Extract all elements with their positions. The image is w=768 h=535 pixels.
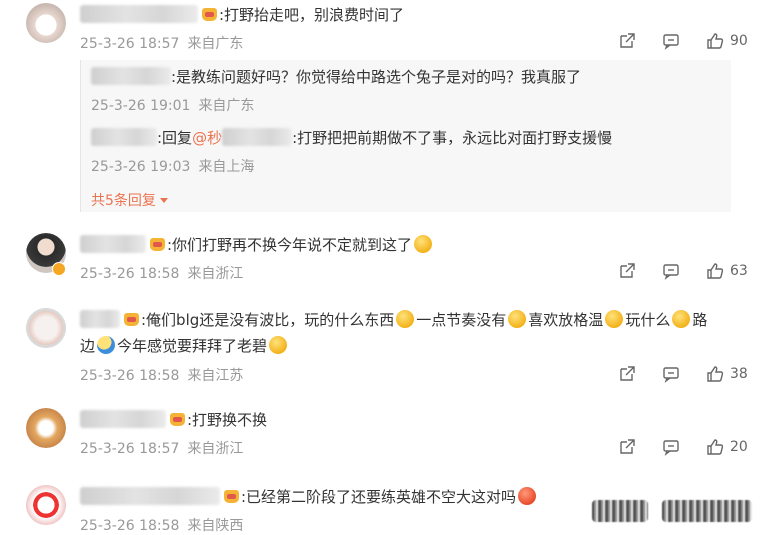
- reply-meta: 25-3-26 19:01 来自广东: [91, 95, 262, 115]
- comment-icon[interactable]: [662, 365, 680, 383]
- thumb-up-icon[interactable]: [706, 32, 724, 50]
- comment-location: 来自陕西: [187, 518, 244, 534]
- verified-badge-icon: [52, 262, 66, 276]
- comment-text-part: 边: [80, 337, 96, 355]
- vip-crown-icon: [170, 413, 185, 426]
- thumb-up-icon[interactable]: [706, 438, 724, 456]
- reply-location: 来自上海: [198, 159, 255, 175]
- comment-location: 来自江苏: [187, 368, 244, 384]
- smirk-emoji-icon: [508, 310, 527, 328]
- comment-icon[interactable]: [662, 262, 680, 280]
- smirk-emoji-icon: [396, 310, 415, 328]
- username-blurred[interactable]: [80, 235, 146, 253]
- comment-text-part: 喜欢放格温: [528, 311, 604, 329]
- username-blurred[interactable]: [80, 310, 120, 328]
- comment-location: 来自浙江: [187, 441, 244, 457]
- avatar[interactable]: [26, 3, 66, 43]
- vip-crown-icon: [202, 8, 217, 21]
- more-replies-link[interactable]: 共5条回复: [91, 190, 168, 210]
- comment-meta: 25-3-26 18:57 来自浙江: [80, 438, 251, 458]
- share-icon[interactable]: [618, 32, 636, 50]
- vip-crown-icon: [124, 313, 139, 326]
- username-blurred[interactable]: [80, 5, 198, 23]
- smirk-emoji-icon: [605, 310, 624, 328]
- comment-text-part: :俺们blg还是没有波比，玩的什么东西: [141, 311, 395, 329]
- comment-location: 来自广东: [187, 36, 244, 52]
- comment-text: :打野换不换: [187, 411, 268, 429]
- like-count: 20: [730, 439, 748, 455]
- watermark: [592, 500, 648, 522]
- comment-text: :打野抬走吧，别浪费时间了: [219, 6, 405, 24]
- comment-location: 来自浙江: [187, 266, 244, 282]
- pray-emoji-icon: [97, 336, 116, 354]
- mention-blurred: [222, 128, 293, 146]
- reply-date: 25-3-26 19:03: [91, 159, 191, 175]
- comment-icon[interactable]: [662, 32, 680, 50]
- thumb-up-icon[interactable]: [706, 262, 724, 280]
- vip-crown-icon: [224, 490, 239, 503]
- thumb-up-icon[interactable]: [706, 365, 724, 383]
- like-count: 63: [730, 263, 748, 279]
- vip-crown-icon: [150, 238, 165, 251]
- comment-date: 25-3-26 18:58: [80, 518, 180, 534]
- reply-date: 25-3-26 19:01: [91, 98, 191, 114]
- comment-icon[interactable]: [662, 438, 680, 456]
- share-icon[interactable]: [618, 438, 636, 456]
- reply-location: 来自广东: [198, 98, 255, 114]
- smirk-emoji-icon: [672, 310, 691, 328]
- comment-date: 25-3-26 18:58: [80, 266, 180, 282]
- caret-down-icon: [159, 198, 168, 203]
- comment-actions: 20: [592, 438, 748, 456]
- more-replies-label: 共5条回复: [91, 193, 156, 209]
- comment-actions: 63: [592, 262, 748, 280]
- username-blurred[interactable]: [91, 67, 171, 85]
- shy-emoji-icon: [269, 336, 288, 354]
- angry-emoji-icon: [518, 487, 537, 505]
- like-count: 90: [730, 33, 748, 49]
- comment-text: :你们打野再不换今年说不定就到这了: [167, 236, 413, 254]
- avatar[interactable]: [26, 485, 66, 525]
- username-blurred[interactable]: [91, 128, 157, 146]
- username-blurred[interactable]: [80, 487, 220, 505]
- comment-text: :已经第二阶段了还要练英雄不空大这对吗: [241, 488, 517, 506]
- comment-date: 25-3-26 18:58: [80, 368, 180, 384]
- share-icon[interactable]: [618, 262, 636, 280]
- comment-actions: 90: [592, 32, 748, 50]
- avatar[interactable]: [26, 408, 66, 448]
- username-blurred[interactable]: [80, 410, 166, 428]
- comment-text-part: 今年感觉要拜拜了老碧: [117, 337, 268, 355]
- reply-thread: :是教练问题好吗？你觉得给中路选个兔子是对的吗？我真服了 25-3-26 19:…: [80, 60, 731, 212]
- comment-meta: 25-3-26 18:58 来自浙江: [80, 263, 251, 283]
- laugh-emoji-icon: [414, 235, 433, 253]
- reply-text: :是教练问题好吗？你觉得给中路选个兔子是对的吗？我真服了: [171, 68, 582, 86]
- like-count: 38: [730, 366, 748, 382]
- comment-meta: 25-3-26 18:57 来自广东: [80, 33, 251, 53]
- comment-meta: 25-3-26 18:58 来自陕西: [80, 515, 251, 535]
- comment-actions: 38: [592, 365, 748, 383]
- comment-date: 25-3-26 18:57: [80, 36, 180, 52]
- comment-text-part: 一点节奏没有: [416, 311, 507, 329]
- comment-text-part: 玩什么: [625, 311, 671, 329]
- mention-link[interactable]: @秒: [192, 129, 222, 147]
- reply-meta: 25-3-26 19:03 来自上海: [91, 156, 262, 176]
- reply-prefix: :回复: [157, 129, 193, 147]
- watermark: [662, 500, 752, 522]
- reply-text: :打野把把前期做不了事，永远比对面打野支援慢: [292, 129, 613, 147]
- comment-text-part: 路: [692, 311, 708, 329]
- comment-meta: 25-3-26 18:58 来自江苏: [80, 365, 251, 385]
- comment-date: 25-3-26 18:57: [80, 441, 180, 457]
- avatar[interactable]: [26, 308, 66, 348]
- share-icon[interactable]: [618, 365, 636, 383]
